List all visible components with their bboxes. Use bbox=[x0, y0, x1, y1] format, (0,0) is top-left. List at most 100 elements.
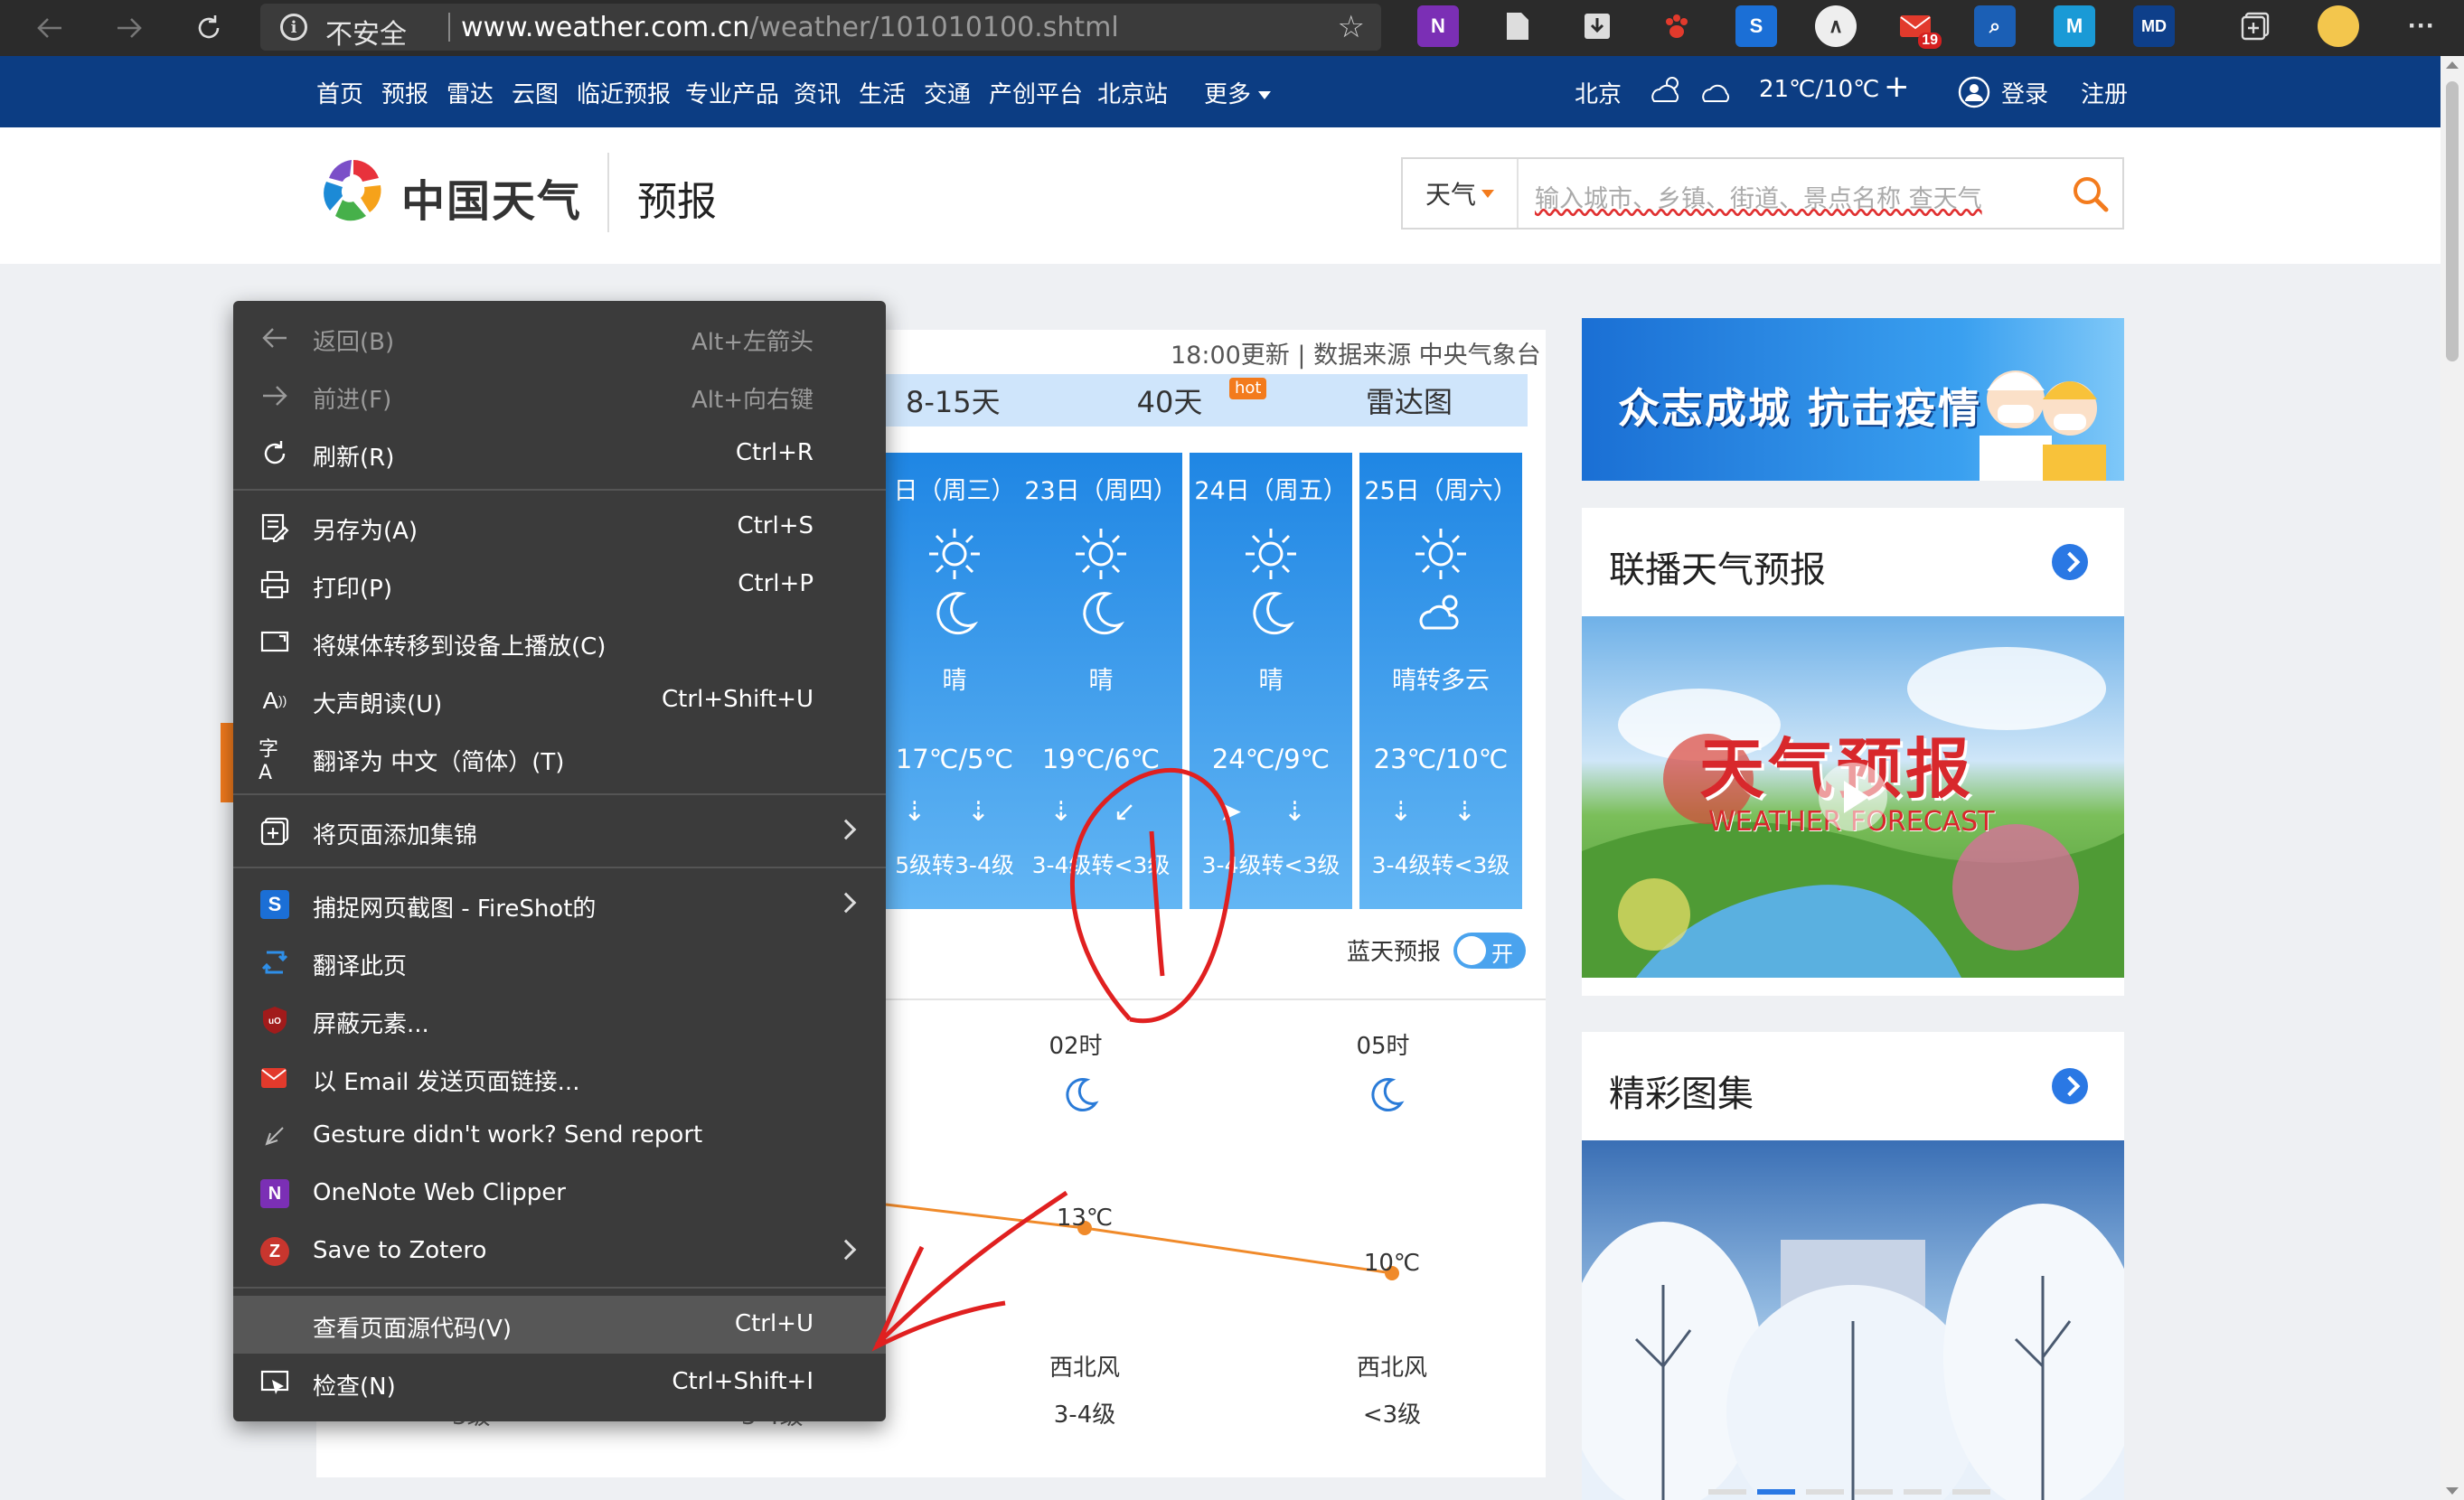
logo-text[interactable]: 中国天气 bbox=[401, 165, 582, 229]
nav-item-beijing[interactable]: 北京站 bbox=[1097, 76, 1168, 109]
banner-text: 众志成城 抗击疫情 bbox=[1618, 384, 1982, 433]
menu-item-block-element[interactable]: uO 屏蔽元素... bbox=[233, 991, 886, 1049]
add-city-icon[interactable]: + bbox=[1884, 69, 1910, 105]
menu-item-inspect[interactable]: 检查(N) Ctrl+Shift+I bbox=[233, 1354, 886, 1411]
day-card[interactable]: 25日（周六） 晴转多云 23℃/10℃ ⇣ ⇣ 3-4级转<3级 bbox=[1359, 453, 1522, 909]
nav-item-platform[interactable]: 产创平台 bbox=[989, 76, 1083, 109]
download-icon[interactable] bbox=[1576, 5, 1618, 47]
mail-icon[interactable]: 19 bbox=[1895, 5, 1942, 49]
submenu-chevron-icon bbox=[835, 819, 857, 840]
video-thumbnail[interactable]: 天气预报 WEATHER FORECAST bbox=[1582, 616, 2124, 978]
menu-label: 翻译为 中文（简体）(T) bbox=[313, 749, 565, 776]
menu-item-read-aloud[interactable]: A)) 大声朗读(U) Ctrl+Shift+U bbox=[233, 671, 886, 729]
info-icon[interactable]: i bbox=[280, 14, 307, 41]
carousel-dot[interactable] bbox=[1806, 1489, 1844, 1495]
nav-item-radar[interactable]: 雷达 bbox=[447, 76, 494, 109]
nav-city[interactable]: 北京 bbox=[1575, 76, 1622, 109]
menu-item-back[interactable]: 返回(B) Alt+左箭头 bbox=[233, 309, 886, 367]
play-icon[interactable] bbox=[1819, 763, 1887, 831]
search-type-label: 天气 bbox=[1425, 180, 1476, 210]
scrollbar-thumb[interactable] bbox=[2446, 81, 2459, 361]
forecast-meta: 18:00更新 | 数据来源 中央气象台 bbox=[1171, 342, 1541, 370]
menu-item-save-as[interactable]: 另存为(A) Ctrl+S bbox=[233, 498, 886, 556]
divider bbox=[448, 13, 450, 42]
menu-item-cast[interactable]: 将媒体转移到设备上播放(C) bbox=[233, 614, 886, 671]
nav-more-dropdown[interactable]: 更多 bbox=[1204, 76, 1272, 109]
menu-item-fireshot[interactable]: S 捕捉网页截图 - FireShot的 bbox=[233, 876, 886, 933]
paw-icon[interactable] bbox=[1656, 5, 1698, 47]
nav-item-home[interactable]: 首页 bbox=[316, 76, 363, 109]
nav-item-news[interactable]: 资讯 bbox=[794, 76, 841, 109]
carousel-dot[interactable] bbox=[1708, 1489, 1746, 1495]
search-extension-icon[interactable]: ⌕ bbox=[1974, 5, 2016, 47]
nav-item-life[interactable]: 生活 bbox=[859, 76, 906, 109]
logo-swirl-icon[interactable] bbox=[316, 155, 390, 229]
day-card[interactable]: 23日（周四） 晴 19℃/6℃ ⇣ ↙ 3-4级转<3级 bbox=[1020, 453, 1182, 909]
favorite-star-icon[interactable]: ☆ bbox=[1338, 9, 1365, 45]
refresh-button[interactable] bbox=[177, 0, 240, 56]
menu-item-refresh[interactable]: 刷新(R) Ctrl+R bbox=[233, 425, 886, 483]
mendeley-icon[interactable]: M bbox=[2054, 5, 2095, 47]
menu-item-forward[interactable]: 前进(F) Alt+向右键 bbox=[233, 367, 886, 425]
scroll-down-icon[interactable] bbox=[2446, 1487, 2459, 1495]
fireshot-icon[interactable]: S bbox=[1735, 5, 1777, 47]
menu-shortcut: Ctrl+S bbox=[737, 512, 813, 539]
menu-item-translate[interactable]: 字A 翻译为 中文（简体）(T) bbox=[233, 729, 886, 787]
gallery-image[interactable] bbox=[1582, 1140, 2124, 1500]
epidemic-banner[interactable]: 众志成城 抗击疫情 bbox=[1582, 318, 2124, 481]
bluesky-toggle[interactable]: 开 bbox=[1453, 933, 1526, 969]
scroll-up-icon[interactable] bbox=[2446, 61, 2459, 69]
search-icon[interactable] bbox=[2068, 172, 2113, 217]
page-scrollbar[interactable] bbox=[2440, 56, 2464, 1500]
markdown-icon[interactable]: MD bbox=[2133, 5, 2175, 47]
collections-icon[interactable] bbox=[2234, 5, 2276, 47]
menu-item-gesture-report[interactable]: Gesture didn't work? Send report bbox=[233, 1107, 886, 1165]
page-icon[interactable] bbox=[1497, 5, 1538, 47]
menu-item-zotero[interactable]: Z Save to Zotero bbox=[233, 1223, 886, 1280]
day-temp: 23℃/10℃ bbox=[1373, 744, 1509, 774]
more-arrow-icon[interactable] bbox=[2052, 1068, 2088, 1104]
nav-item-traffic[interactable]: 交通 bbox=[924, 76, 971, 109]
sun-icon bbox=[1246, 529, 1296, 579]
more-arrow-icon[interactable] bbox=[2052, 544, 2088, 580]
back-button[interactable] bbox=[18, 0, 81, 56]
address-bar[interactable]: i 不安全 www.weather.com.cn/weather/1010101… bbox=[260, 4, 1381, 51]
carousel-dot[interactable] bbox=[1757, 1489, 1795, 1495]
broadcast-card: 联播天气预报 天气预报 WEATHER FORECAST bbox=[1582, 508, 2124, 996]
menu-item-onenote[interactable]: N OneNote Web Clipper bbox=[233, 1165, 886, 1223]
security-label[interactable]: 不安全 bbox=[325, 12, 407, 52]
menu-item-print[interactable]: 打印(P) Ctrl+P bbox=[233, 556, 886, 614]
tab-radar[interactable]: 雷达图 bbox=[1291, 374, 1528, 427]
login-link[interactable]: 登录 bbox=[2001, 76, 2048, 109]
onenote-icon[interactable]: N bbox=[1417, 5, 1459, 47]
menu-item-email-link[interactable]: 以 Email 发送页面链接... bbox=[233, 1049, 886, 1107]
context-menu: 返回(B) Alt+左箭头 前进(F) Alt+向右键 刷新(R) Ctrl+R… bbox=[233, 301, 886, 1421]
search-input[interactable]: 输入城市、乡镇、街道、景点名称 查天气 bbox=[1535, 179, 2041, 214]
zotero-icon: Z bbox=[259, 1235, 291, 1268]
nav-item-products[interactable]: 专业产品 bbox=[685, 76, 779, 109]
search-type-select[interactable]: 天气 bbox=[1403, 159, 1519, 228]
menu-separator bbox=[233, 867, 886, 868]
search-box: 天气 输入城市、乡镇、街道、景点名称 查天气 bbox=[1401, 157, 2124, 230]
profile-avatar[interactable] bbox=[2318, 5, 2359, 47]
carousel-dot[interactable] bbox=[1855, 1489, 1893, 1495]
carousel-dot[interactable] bbox=[1904, 1489, 1942, 1495]
hot-badge: hot bbox=[1229, 378, 1267, 399]
menu-item-translate-page[interactable]: 翻译此页 bbox=[233, 933, 886, 991]
translate-icon: 字A bbox=[259, 737, 279, 784]
url-text[interactable]: www.weather.com.cn/weather/101010100.sht… bbox=[461, 12, 1119, 43]
menu-item-view-source[interactable]: 查看页面源代码(V) Ctrl+U bbox=[233, 1296, 886, 1354]
day-card[interactable]: 24日（周五） 晴 24℃/9℃ ➤ ⇣ 3-4级转<3级 bbox=[1190, 453, 1352, 909]
gesture-icon[interactable]: ∧ bbox=[1815, 5, 1857, 47]
forward-button[interactable] bbox=[98, 0, 161, 56]
nav-item-cloud[interactable]: 云图 bbox=[512, 76, 559, 109]
day-card[interactable]: 日（周三） 晴 17℃/5℃ ⇣ ⇣ 5级转3-4级 bbox=[873, 453, 1036, 909]
url-host: www.weather.com.cn bbox=[461, 12, 750, 43]
gesture-arrow-icon bbox=[259, 1120, 291, 1152]
carousel-dot[interactable] bbox=[1952, 1489, 1990, 1495]
register-link[interactable]: 注册 bbox=[2081, 76, 2128, 109]
nav-item-nowcast[interactable]: 临近预报 bbox=[577, 76, 671, 109]
menu-item-add-collection[interactable]: 将页面添加集锦 bbox=[233, 802, 886, 860]
nav-item-forecast[interactable]: 预报 bbox=[381, 76, 428, 109]
more-options-icon[interactable]: ··· bbox=[2401, 5, 2442, 47]
